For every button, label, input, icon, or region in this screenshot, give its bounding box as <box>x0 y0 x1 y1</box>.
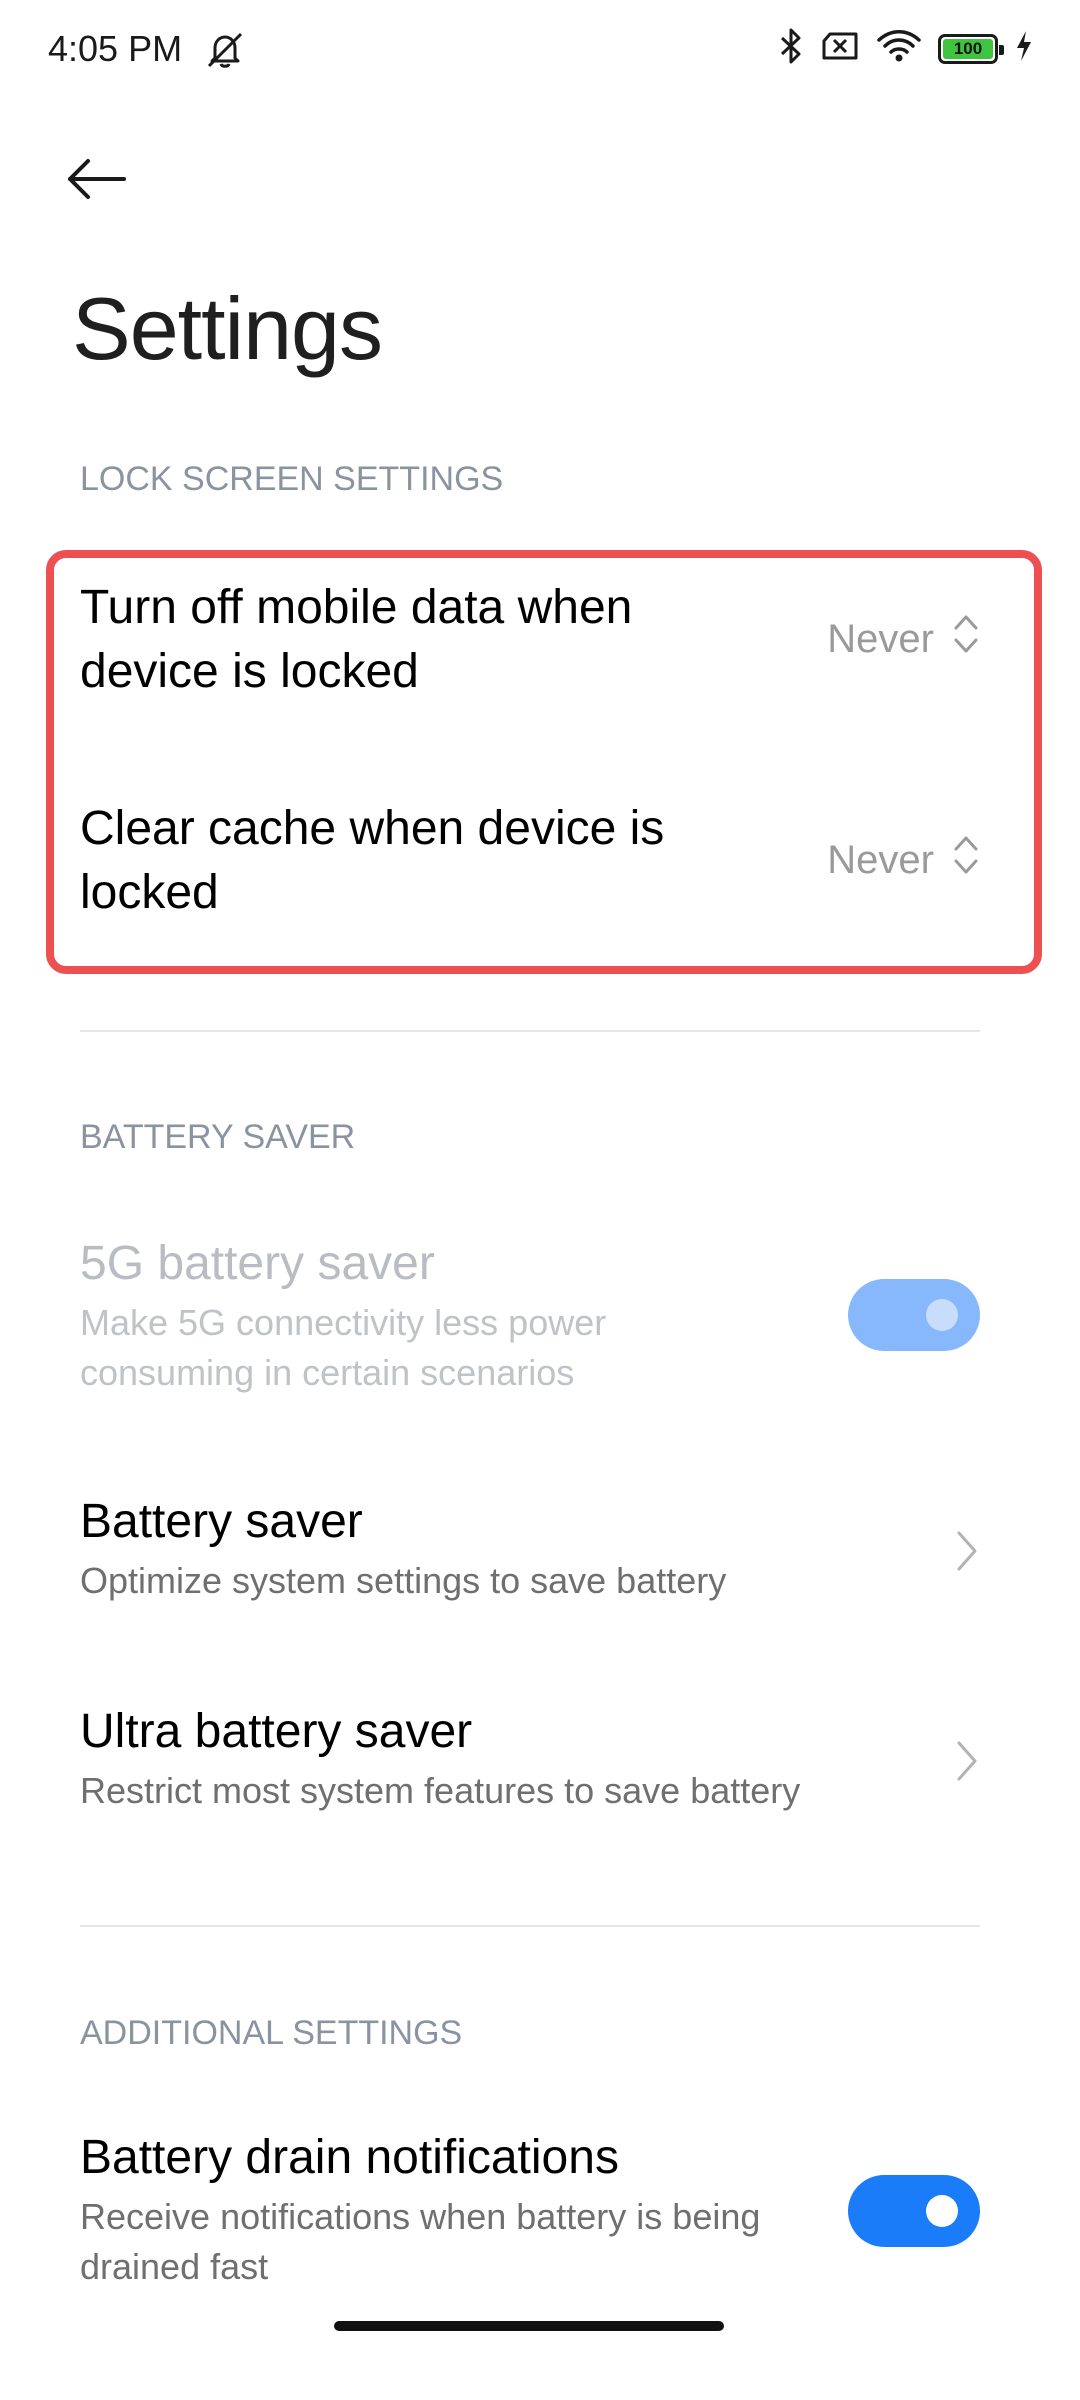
settings-screen: 4:05 PM 100 Settings LOCK SCREEN SETTING… <box>0 0 1080 2400</box>
setting-subtitle: Optimize system settings to save battery <box>80 1560 727 1601</box>
setting-item-5g-battery-saver[interactable]: 5G battery saver Make 5G connectivity le… <box>80 1232 700 1398</box>
up-down-chevron-icon <box>952 833 980 887</box>
setting-subtitle: Restrict most system features to save ba… <box>80 1770 801 1811</box>
wifi-icon <box>876 28 922 69</box>
setting-item-clear-cache[interactable]: Clear cache when device is locked <box>80 797 700 925</box>
mobile-data-value-selector[interactable]: Never <box>827 612 980 666</box>
page-title: Settings <box>72 279 383 378</box>
setting-subtitle: Make 5G connectivity less power consumin… <box>80 1302 607 1393</box>
setting-title: Clear cache when device is locked <box>80 802 665 919</box>
up-down-chevron-icon <box>952 612 980 666</box>
battery-level: 100 <box>943 38 993 59</box>
setting-item-mobile-data[interactable]: Turn off mobile data when device is lock… <box>80 576 700 704</box>
5g-battery-saver-toggle[interactable] <box>848 1279 980 1351</box>
section-header-lock-screen: LOCK SCREEN SETTINGS <box>80 460 504 498</box>
status-bar: 4:05 PM 100 <box>0 0 1080 100</box>
setting-title: Turn off mobile data when device is lock… <box>80 581 633 698</box>
setting-title: Ultra battery saver <box>80 1705 473 1758</box>
setting-title: Battery drain notifications <box>80 2131 619 2184</box>
setting-title: Battery saver <box>80 1495 363 1548</box>
home-indicator[interactable] <box>334 2321 724 2331</box>
charging-icon <box>1014 29 1034 68</box>
value-text: Never <box>827 837 934 882</box>
setting-item-battery-drain-notifications[interactable]: Battery drain notifications Receive noti… <box>80 2126 840 2292</box>
value-text: Never <box>827 616 934 661</box>
clear-cache-value-selector[interactable]: Never <box>827 833 980 887</box>
back-arrow-icon <box>66 157 128 206</box>
chevron-right-icon <box>954 1738 980 1789</box>
battery-drain-notifications-toggle[interactable] <box>848 2175 980 2247</box>
setting-title: 5G battery saver <box>80 1237 435 1290</box>
section-header-battery-saver: BATTERY SAVER <box>80 1118 356 1156</box>
status-time: 4:05 PM <box>48 28 183 69</box>
setting-item-ultra-battery-saver[interactable]: Ultra battery saver Restrict most system… <box>80 1700 980 1816</box>
chevron-right-icon <box>954 1528 980 1579</box>
battery-icon: 100 <box>938 33 1004 64</box>
section-divider <box>80 1925 980 1927</box>
status-icons: 100 <box>778 26 1034 71</box>
setting-subtitle: Receive notifications when battery is be… <box>80 2196 761 2287</box>
section-header-additional-settings: ADDITIONAL SETTINGS <box>80 2014 463 2052</box>
silent-icon <box>203 30 247 75</box>
bluetooth-icon <box>778 26 804 71</box>
section-divider <box>80 1030 980 1032</box>
setting-item-battery-saver[interactable]: Battery saver Optimize system settings t… <box>80 1490 980 1606</box>
back-button[interactable] <box>66 146 146 216</box>
no-sim-icon <box>820 30 860 67</box>
